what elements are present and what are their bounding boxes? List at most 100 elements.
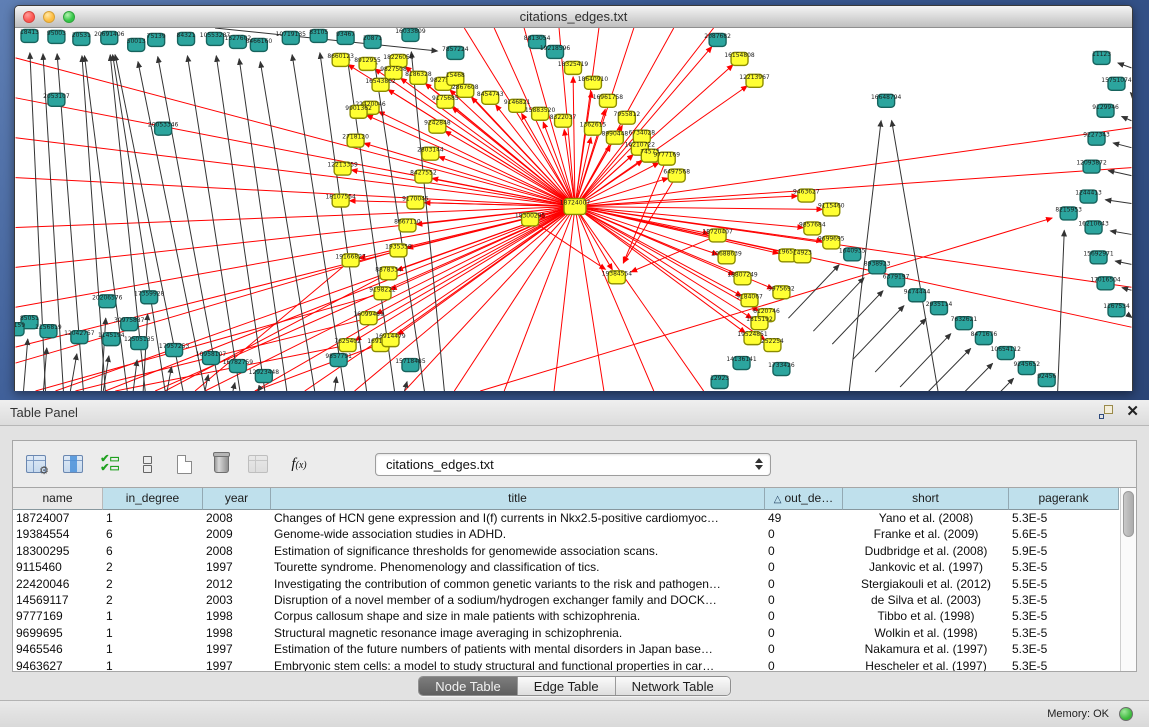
cell-name[interactable]: 9777169 [13, 608, 103, 624]
graph-node-selected[interactable]: 8660123 [327, 53, 354, 66]
graph-node-selected[interactable]: 9184067 [736, 293, 763, 306]
float-panel-icon[interactable] [1098, 404, 1114, 420]
graph-node[interactable]: 93467 [336, 31, 355, 44]
graph-node-selected[interactable]: 12213359 [327, 162, 358, 175]
cell-pagerank[interactable]: 5.9E-5 [1009, 543, 1119, 559]
graph-node-selected[interactable]: 8186328 [405, 71, 432, 84]
cell-pagerank[interactable]: 5.5E-5 [1009, 576, 1119, 592]
graph-node-selected[interactable]: 18325419 [558, 61, 589, 74]
graph-node[interactable]: 20531 [72, 32, 91, 45]
cell-pagerank[interactable]: 5.3E-5 [1009, 592, 1119, 608]
graph-node[interactable]: 1733426 [768, 362, 795, 375]
cell-in_degree[interactable]: 1 [103, 510, 203, 526]
table-row[interactable]: 1456911722003Disruption of a novel membe… [13, 592, 1120, 608]
graph-node[interactable]: 9227343 [1083, 132, 1110, 145]
graph-node[interactable]: 12923448 [249, 369, 280, 382]
graph-node-selected[interactable]: 6497568 [663, 169, 690, 182]
cell-pagerank[interactable]: 5.3E-5 [1009, 641, 1119, 657]
cell-pagerank[interactable]: 5.3E-5 [1009, 510, 1119, 526]
cell-pagerank[interactable]: 5.3E-5 [1009, 608, 1119, 624]
cell-short[interactable]: Jankovic et al. (1997) [843, 559, 1009, 575]
cell-title[interactable]: Estimation of significance thresholds fo… [271, 543, 765, 559]
cell-short[interactable]: Hescheler et al. (1997) [843, 658, 1009, 671]
graph-node-selected[interactable]: 9857684 [799, 221, 826, 234]
graph-node-selected[interactable]: 8322037 [550, 114, 577, 127]
delete-column-button[interactable] [210, 453, 232, 475]
graph-node[interactable]: 75139 [147, 33, 166, 46]
cell-out_de[interactable]: 0 [765, 576, 843, 592]
graph-node[interactable]: 9474444 [904, 288, 931, 301]
cell-pagerank[interactable]: 5.3E-5 [1009, 658, 1119, 671]
graph-node[interactable]: 92456 [1037, 373, 1056, 386]
table-row[interactable]: 946362711997Embryonic stem cells: a mode… [13, 658, 1120, 671]
graph-node[interactable]: 8938923 [864, 260, 891, 273]
cell-title[interactable]: Estimation of the future numbers of pati… [271, 641, 765, 657]
table-row[interactable]: 2242004622012Investigating the contribut… [13, 576, 1120, 592]
cell-name[interactable]: 9463627 [13, 658, 103, 671]
graph-node-selected[interactable]: 10688639 [711, 250, 742, 263]
graph-node-selected[interactable]: 16961758 [593, 94, 624, 107]
graph-node-selected[interactable]: 18724007 [560, 199, 591, 215]
table-row[interactable]: 946554611997Estimation of the future num… [13, 641, 1120, 657]
cell-year[interactable]: 2008 [203, 510, 271, 526]
graph-node[interactable]: 2087682 [704, 33, 731, 46]
cell-in_degree[interactable]: 1 [103, 641, 203, 657]
graph-node[interactable]: 84321 [177, 32, 196, 45]
network-window-titlebar[interactable]: citations_edges.txt [15, 6, 1132, 28]
column-header-name[interactable]: name [13, 488, 103, 510]
cell-out_de[interactable]: 0 [765, 608, 843, 624]
delete-table-button[interactable] [247, 453, 269, 475]
column-header-short[interactable]: short [843, 488, 1009, 510]
table-vertical-scrollbar[interactable] [1120, 488, 1136, 671]
graph-node[interactable]: 17016504 [1090, 276, 1121, 289]
cell-short[interactable]: Tibbo et al. (1998) [843, 608, 1009, 624]
graph-node-selected[interactable]: 9463627 [793, 189, 820, 202]
cell-in_degree[interactable]: 2 [103, 592, 203, 608]
close-panel-icon[interactable]: ✕ [1126, 404, 1139, 420]
graph-node-selected[interactable]: 8454743 [477, 91, 504, 104]
cell-name[interactable]: 14569117 [13, 592, 103, 608]
cell-name[interactable]: 22420046 [13, 576, 103, 592]
table-row[interactable]: 911546021997Tourette syndrome. Phenomeno… [13, 559, 1120, 575]
cell-out_de[interactable]: 49 [765, 510, 843, 526]
graph-node[interactable]: 20871 [363, 35, 382, 48]
graph-node-selected[interactable]: 16154808 [724, 52, 755, 65]
graph-node-selected[interactable]: 252254 [761, 338, 784, 351]
graph-node-selected[interactable]: 16099489 [353, 311, 384, 324]
graph-node[interactable]: 15692971 [1083, 250, 1114, 263]
graph-node[interactable]: 1640935 [839, 247, 866, 260]
cell-year[interactable]: 1997 [203, 559, 271, 575]
cell-name[interactable]: 9465546 [13, 641, 103, 657]
cell-name[interactable]: 18724007 [13, 510, 103, 526]
cell-out_de[interactable]: 0 [765, 526, 843, 542]
graph-node-selected[interactable]: 2803144 [417, 147, 444, 160]
graph-node-selected[interactable]: 9242848 [424, 120, 451, 133]
graph-node[interactable]: 14136141 [726, 356, 757, 369]
tab-edge-table[interactable]: Edge Table [518, 677, 616, 695]
table-row[interactable]: 1872400712008Changes of HCN gene express… [13, 510, 1120, 526]
table-row[interactable]: 977716911998Corpus callosum shape and si… [13, 608, 1120, 624]
graph-node[interactable]: 10654112 [991, 346, 1022, 359]
cell-title[interactable]: Disruption of a novel member of a sodium… [271, 592, 765, 608]
cell-out_de[interactable]: 0 [765, 559, 843, 575]
cell-title[interactable]: Changes of HCN gene expression and I(f) … [271, 510, 765, 526]
graph-node[interactable]: 7857224 [442, 46, 469, 59]
cell-year[interactable]: 1998 [203, 625, 271, 641]
cell-title[interactable]: Investigating the contribution of common… [271, 576, 765, 592]
graph-node[interactable]: 1244413 [1075, 190, 1102, 203]
graph-node[interactable]: 39159 [15, 322, 25, 335]
cell-in_degree[interactable]: 1 [103, 658, 203, 671]
cell-out_de[interactable]: 0 [765, 625, 843, 641]
cell-in_degree[interactable]: 1 [103, 625, 203, 641]
graph-node-selected[interactable]: 1815192 [746, 316, 773, 329]
graph-node[interactable]: 8215953 [1055, 206, 1082, 219]
table-row[interactable]: 1938455462009Genome-wide association stu… [13, 526, 1120, 542]
cell-year[interactable]: 2003 [203, 592, 271, 608]
graph-node-selected[interactable]: 1935359 [385, 243, 412, 256]
graph-node-selected[interactable]: 12213967 [739, 74, 770, 87]
cell-out_de[interactable]: 0 [765, 641, 843, 657]
cell-in_degree[interactable]: 2 [103, 576, 203, 592]
graph-node-selected[interactable]: 9115460 [818, 203, 845, 216]
show-columns-button[interactable] [62, 453, 84, 475]
cell-short[interactable]: Dudbridge et al. (2008) [843, 543, 1009, 559]
